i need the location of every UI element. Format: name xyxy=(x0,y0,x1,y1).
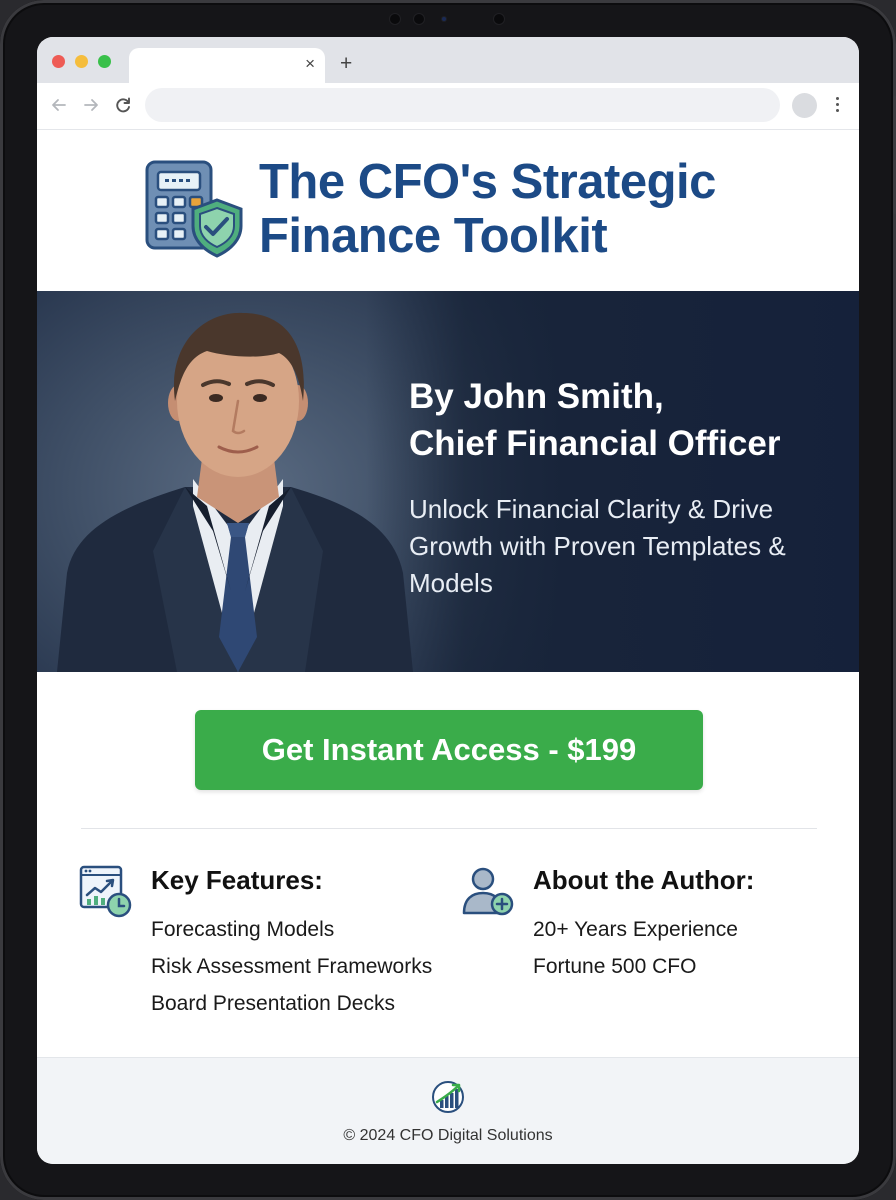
about-author-heading: About the Author: xyxy=(533,865,755,895)
screen: × + The CFO's Strategic Finance Toolkit … xyxy=(37,37,859,1164)
close-tab-icon[interactable]: × xyxy=(305,54,315,74)
list-item: Board Presentation Decks xyxy=(151,992,395,1015)
profile-avatar[interactable] xyxy=(792,93,817,118)
camera-dot xyxy=(442,17,446,21)
hero-tagline: Unlock Financial Clarity & Drive Growth … xyxy=(409,494,786,598)
new-tab-button[interactable]: + xyxy=(340,52,352,76)
camera-bar xyxy=(380,12,516,26)
about-author-list: 20+ Years Experience Fortune 500 CFO xyxy=(533,911,738,985)
browser-tab-bar: × + xyxy=(37,37,859,83)
list-item: Forecasting Models xyxy=(151,918,335,941)
growth-chart-icon xyxy=(79,865,132,918)
tablet-frame: × + The CFO's Strategic Finance Toolkit … xyxy=(0,0,896,1200)
camera-dot xyxy=(494,14,504,24)
browser-tab[interactable]: × xyxy=(129,48,325,83)
maximize-window-button[interactable] xyxy=(98,55,111,68)
key-features-list: Forecasting Models Risk Assessment Frame… xyxy=(151,911,432,1022)
get-access-button[interactable]: Get Instant Access - $199 xyxy=(195,710,703,790)
address-bar[interactable] xyxy=(145,88,780,122)
key-features-heading: Key Features: xyxy=(151,865,323,895)
hero-banner: By John Smith, Chief Financial Officer U… xyxy=(37,291,859,672)
camera-dot xyxy=(390,14,400,24)
camera-dot xyxy=(414,14,424,24)
growth-logo-icon xyxy=(432,1081,464,1113)
browser-toolbar xyxy=(37,83,859,130)
calculator-shield-icon xyxy=(145,160,243,258)
divider xyxy=(81,828,817,829)
user-plus-icon xyxy=(462,867,514,916)
list-item: 20+ Years Experience xyxy=(533,918,738,941)
author-portrait xyxy=(57,312,413,672)
hero-byline: By John Smith, Chief Financial Officer xyxy=(409,373,839,467)
reload-icon[interactable] xyxy=(110,92,136,118)
list-item: Risk Assessment Frameworks xyxy=(151,955,433,978)
list-item: Fortune 500 CFO xyxy=(533,955,697,978)
page-footer: © 2024 CFO Digital Solutions xyxy=(37,1057,859,1164)
kebab-menu-icon[interactable] xyxy=(833,94,841,116)
close-window-button[interactable] xyxy=(52,55,65,68)
page-title: The CFO's Strategic Finance Toolkit xyxy=(259,155,716,263)
copyright-text: © 2024 CFO Digital Solutions xyxy=(343,1127,553,1144)
author-name: By John Smith, xyxy=(409,377,664,416)
forward-arrow-icon[interactable] xyxy=(78,92,104,118)
landing-page: The CFO's Strategic Finance Toolkit By J… xyxy=(37,130,859,1164)
minimize-window-button[interactable] xyxy=(75,55,88,68)
page-header: The CFO's Strategic Finance Toolkit xyxy=(37,130,859,291)
back-arrow-icon[interactable] xyxy=(46,92,72,118)
author-role: Chief Financial Officer xyxy=(409,424,781,463)
